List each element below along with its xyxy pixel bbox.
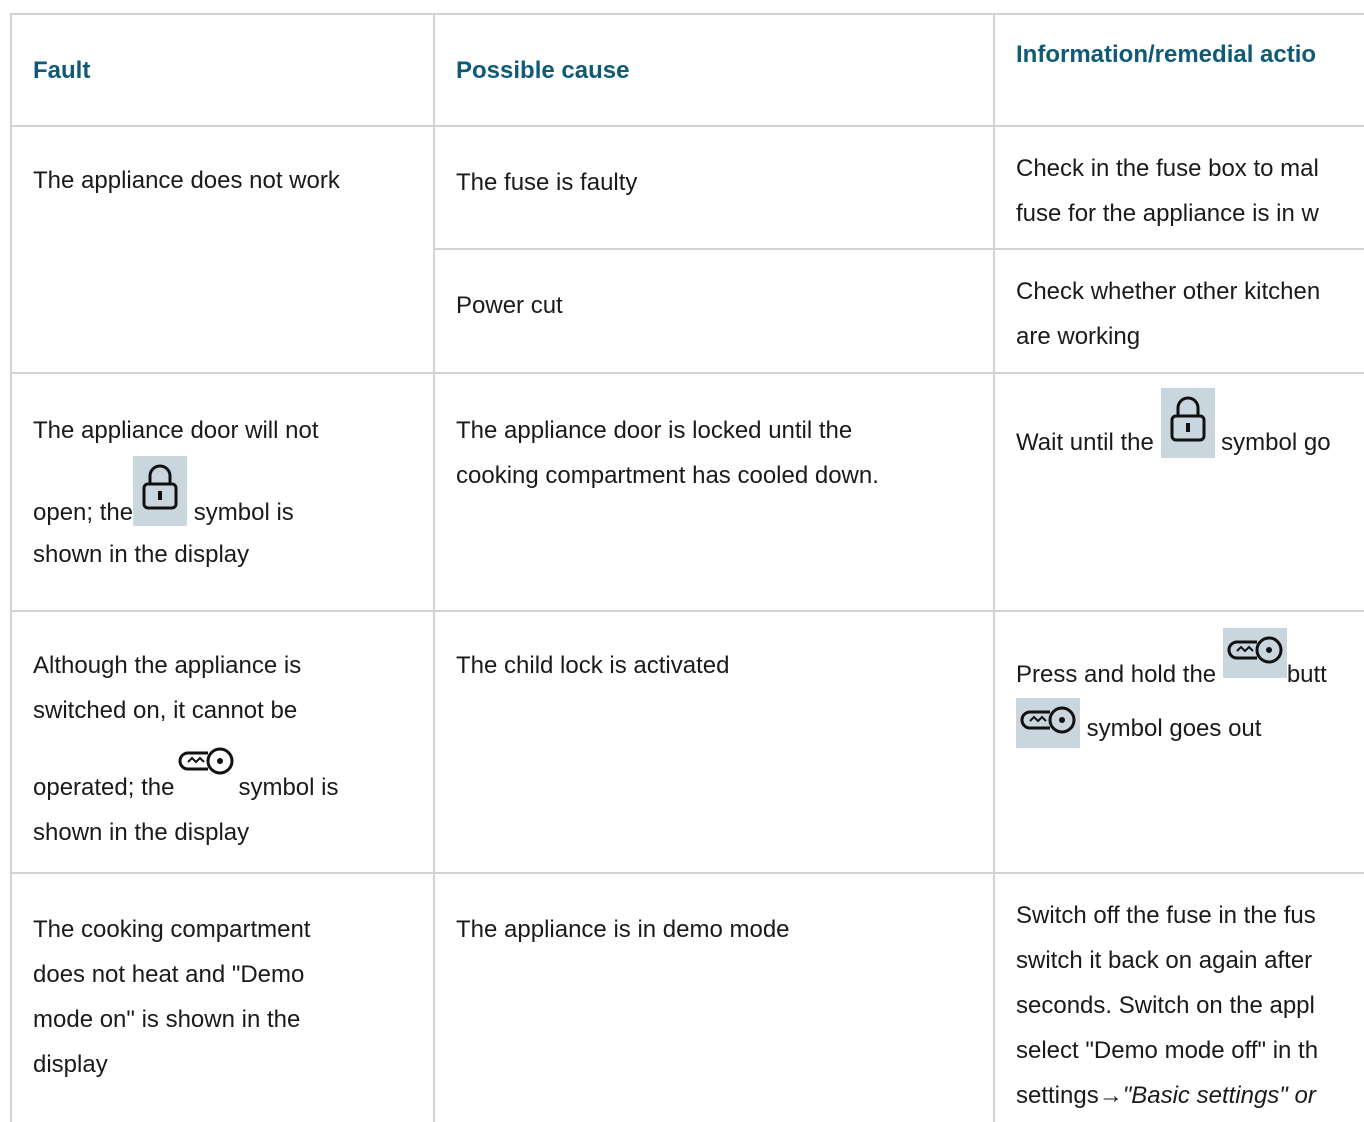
action-line: Check whether other kitchen <box>1016 278 1321 305</box>
fault-line: mode on" is shown in the <box>33 1006 301 1033</box>
fault-line: operated; the symbol is <box>33 739 415 810</box>
key-icon <box>174 739 238 789</box>
action-line: fuse for the appliance is in w <box>1016 200 1319 227</box>
fault-text: operated; the <box>33 774 175 801</box>
fault-cell: Although the appliance is switched on, i… <box>12 612 435 872</box>
fault-line: open; the symbol is <box>33 456 415 532</box>
action-cell: Check whether other kitchen are working <box>995 250 1364 372</box>
action-text: Wait until the <box>1016 429 1161 456</box>
fault-cell: The appliance does not work <box>12 127 435 372</box>
cause-cell: The child lock is activated <box>435 612 995 872</box>
fault-line: does not heat and "Demo <box>33 961 305 988</box>
cause-line: cooking compartment has cooled down. <box>456 462 879 489</box>
cause-cell: The fuse is faulty <box>435 127 995 248</box>
header-action: Information/remedial actio <box>1016 41 1317 68</box>
cause-text: The appliance is in demo mode <box>456 916 790 943</box>
action-line: select "Demo mode off" in th <box>1016 1037 1319 1064</box>
table-header-row: Fault Possible cause Information/remedia… <box>12 13 1364 125</box>
table-row: The cooking compartment does not heat an… <box>12 872 1364 1122</box>
fault-text: The appliance does not work <box>33 167 340 194</box>
fault-text: open; the <box>33 499 134 526</box>
table-row: The appliance does not work The fuse is … <box>12 125 1364 372</box>
action-line: Check in the fuse box to mal <box>1016 155 1319 182</box>
fault-line: The appliance door will not <box>33 417 319 444</box>
action-text: symbol go <box>1214 429 1331 456</box>
lock-icon <box>1160 388 1215 458</box>
cause-line: The appliance door is locked until the <box>456 417 853 444</box>
header-fault: Fault <box>12 15 435 125</box>
cause-group: The fuse is faulty Check in the fuse box… <box>435 127 1364 372</box>
action-text: Press and hold the <box>1016 661 1223 688</box>
cause-cell: The appliance is in demo mode <box>435 874 995 1122</box>
cause-text: The fuse is faulty <box>456 169 638 196</box>
fault-line: shown in the display <box>33 541 250 568</box>
action-line: Switch off the fuse in the fus <box>1016 902 1316 929</box>
cause-cell: Power cut <box>435 250 995 372</box>
cause-text: Power cut <box>456 292 563 319</box>
cause-cell: The appliance door is locked until the c… <box>435 374 995 610</box>
sub-row: The fuse is faulty Check in the fuse box… <box>435 127 1364 248</box>
action-cell: Check in the fuse box to mal fuse for th… <box>995 127 1364 248</box>
action-line: switch it back on again after <box>1016 947 1313 974</box>
fault-text: symbol is <box>238 774 339 801</box>
action-line: symbol goes out <box>1016 698 1364 752</box>
fault-line: The cooking compartment <box>33 916 311 943</box>
fault-line: shown in the display <box>33 819 250 846</box>
action-cell: Press and hold the butt symbol goes out <box>995 612 1364 872</box>
table-row: The appliance door will not open; the sy… <box>12 372 1364 610</box>
action-line: Press and hold the butt <box>1016 628 1364 698</box>
action-cell: Switch off the fuse in the fus switch it… <box>995 874 1364 1122</box>
action-text: butt <box>1286 661 1327 688</box>
fault-cell: The cooking compartment does not heat an… <box>12 874 435 1122</box>
key-icon <box>1222 628 1287 678</box>
sub-row: Power cut Check whether other kitchen ar… <box>435 248 1364 372</box>
header-cause: Possible cause <box>435 15 995 125</box>
table-row: Although the appliance is switched on, i… <box>12 610 1364 872</box>
action-cell: Wait until the symbol go <box>995 374 1364 610</box>
action-line: are working <box>1016 323 1141 350</box>
action-line: seconds. Switch on the appl <box>1016 992 1315 1019</box>
cause-text: The child lock is activated <box>456 652 730 679</box>
lock-icon <box>133 456 188 526</box>
fault-text: symbol is <box>187 499 294 526</box>
troubleshooting-table: Fault Possible cause Information/remedia… <box>10 13 1364 1122</box>
fault-line: Although the appliance is <box>33 652 302 679</box>
fault-line: switched on, it cannot be <box>33 697 298 724</box>
key-icon <box>1016 698 1080 748</box>
action-text: settings→ <box>1016 1082 1123 1109</box>
action-line: settings→"Basic settings" or <box>1016 1073 1364 1118</box>
action-text: symbol goes out <box>1080 715 1262 742</box>
fault-line: display <box>33 1051 108 1078</box>
action-text-italic: "Basic settings" or <box>1122 1082 1316 1109</box>
fault-cell: The appliance door will not open; the sy… <box>12 374 435 610</box>
